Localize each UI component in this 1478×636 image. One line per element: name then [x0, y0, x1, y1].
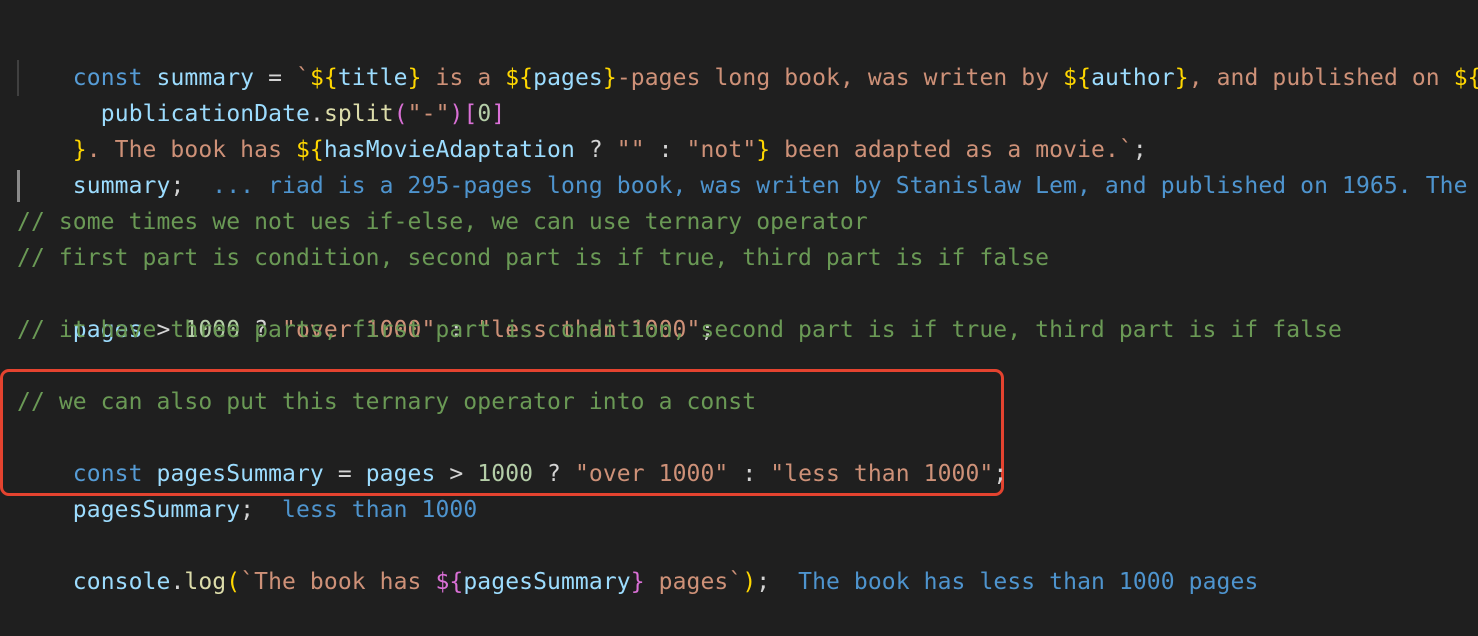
- code-line-15[interactable]: console.log(`The book has ${pagesSummary…: [17, 528, 1258, 595]
- code-line-6[interactable]: // some times we not ues if-else, we can…: [17, 204, 868, 240]
- operator: :: [728, 461, 771, 487]
- semicolon: ;: [240, 497, 255, 523]
- punctuation: .: [170, 569, 185, 595]
- template-close: }: [602, 65, 617, 91]
- code-line-11[interactable]: // we can also put this ternary operator…: [17, 384, 756, 420]
- string: `The book has: [240, 569, 436, 595]
- function-name: log: [184, 569, 227, 595]
- code-line-8[interactable]: pages > 1000 ? "over 1000" : "less than …: [17, 276, 715, 343]
- semicolon: ;: [170, 173, 185, 199]
- inline-result: less than 1000: [254, 497, 478, 523]
- number: 1000: [477, 461, 534, 487]
- template-close: }: [1174, 65, 1189, 91]
- operator: ?: [533, 461, 575, 487]
- template-open: ${: [1063, 65, 1092, 91]
- template-open: ${: [435, 569, 464, 595]
- code-line-7[interactable]: // first part is condition, second part …: [17, 240, 1049, 276]
- string: "less than 1000": [770, 461, 994, 487]
- code-line-12[interactable]: const pagesSummary = pages > 1000 ? "ove…: [17, 420, 1007, 487]
- inline-result: The book has less than 1000 pages: [770, 569, 1259, 595]
- semicolon: ;: [993, 461, 1008, 487]
- variable: console: [72, 569, 171, 595]
- variable: author: [1091, 65, 1175, 91]
- paren-close: ): [742, 569, 757, 595]
- code-line-2[interactable]: publicationDate.split("-")[0]: [45, 60, 505, 127]
- semicolon: ;: [756, 569, 771, 595]
- variable: summary: [72, 173, 171, 199]
- string: , and published on: [1188, 65, 1454, 91]
- code-line-1[interactable]: const summary = `${title} is a ${pages}-…: [17, 24, 1478, 91]
- string: -pages long book, was writen by: [616, 65, 1064, 91]
- inline-result: ... riad is a 295-pages long book, was w…: [184, 173, 1478, 199]
- code-line-4[interactable]: summary; ... riad is a 295-pages long bo…: [17, 132, 1478, 199]
- variable: pages: [533, 65, 603, 91]
- variable: pagesSummary: [463, 569, 631, 595]
- code-line-9[interactable]: // it have three parts, first part is co…: [17, 312, 1342, 348]
- text-cursor: [17, 170, 20, 202]
- code-editor[interactable]: const summary = `${title} is a ${pages}-…: [0, 0, 1478, 612]
- code-line-13[interactable]: pagesSummary; less than 1000: [17, 456, 477, 523]
- template-open: ${: [1453, 65, 1478, 91]
- paren-open: (: [226, 569, 241, 595]
- code-line-3[interactable]: }. The book has ${hasMovieAdaptation ? "…: [17, 96, 1147, 163]
- string: pages`: [644, 569, 743, 595]
- string: "over 1000": [574, 461, 729, 487]
- template-open: ${: [505, 65, 534, 91]
- variable: pagesSummary: [72, 497, 241, 523]
- template-close: }: [630, 569, 645, 595]
- indent-guide: [17, 60, 19, 96]
